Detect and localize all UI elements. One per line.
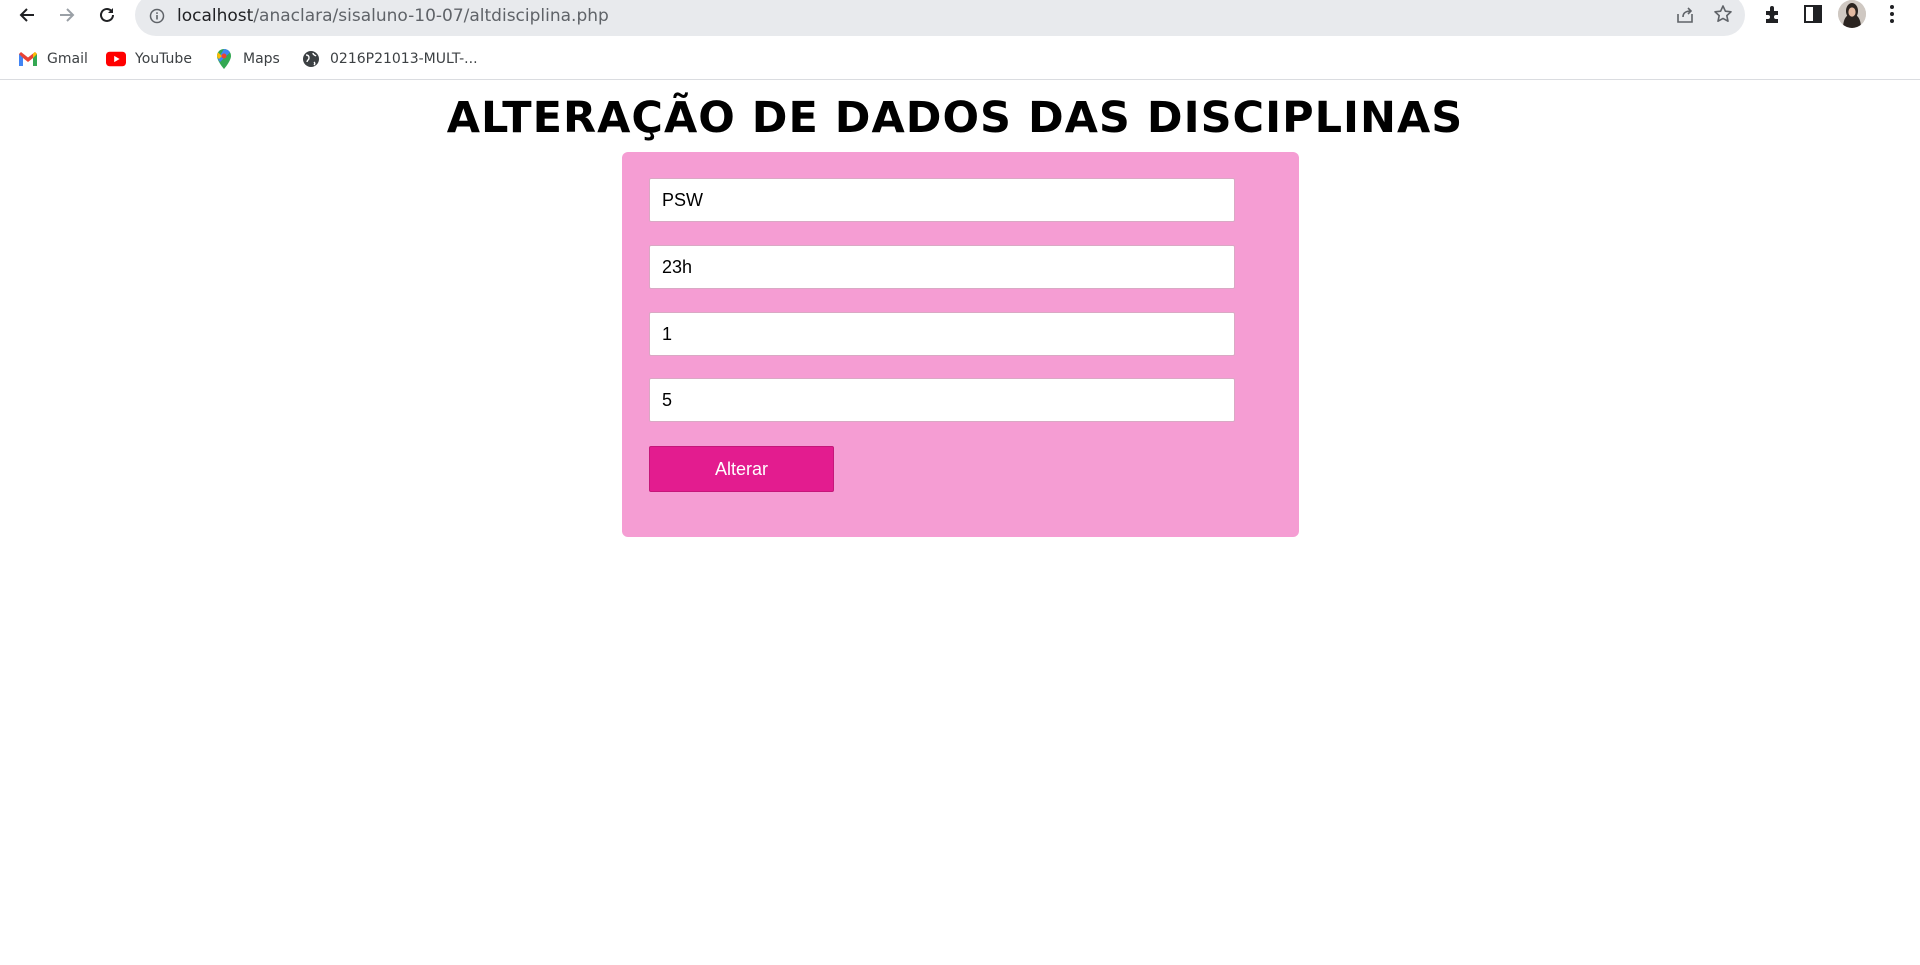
bookmark-label: Gmail [47, 51, 88, 67]
workload-field[interactable] [649, 245, 1235, 289]
forward-button[interactable] [54, 2, 80, 28]
back-arrow-icon [19, 8, 34, 22]
bookmark-gmail[interactable]: Gmail [18, 47, 88, 71]
back-button[interactable] [14, 2, 40, 28]
profile-photo-icon [1838, 0, 1866, 28]
forward-arrow-icon [60, 8, 75, 22]
address-bar[interactable]: localhost/anaclara/sisaluno-10-07/altdis… [135, 0, 1745, 36]
extensions-puzzle-icon[interactable] [1762, 3, 1784, 25]
discipline-field-3[interactable] [649, 312, 1235, 356]
browser-toolbar: localhost/anaclara/sisaluno-10-07/altdis… [0, 0, 1920, 36]
reload-icon [100, 7, 114, 22]
share-icon[interactable] [1675, 5, 1695, 25]
globe-icon [301, 49, 321, 69]
side-panel-icon[interactable] [1802, 3, 1824, 25]
url-path: /anaclara/sisaluno-10-07/altdisciplina.p… [253, 6, 609, 26]
bookmarks-bar: Gmail YouTube Maps 0216P21013-MULT-... [0, 40, 1920, 80]
profile-avatar[interactable] [1838, 0, 1866, 28]
discipline-edit-form: Alterar [622, 152, 1299, 537]
bookmark-label: Maps [243, 51, 280, 67]
youtube-icon [106, 49, 126, 69]
page-title: ALTERAÇÃO DE DADOS DAS DISCIPLINAS [446, 93, 1464, 143]
discipline-name-field[interactable] [649, 178, 1235, 222]
bookmark-star-icon[interactable] [1713, 4, 1733, 24]
bookmark-maps[interactable]: Maps [214, 47, 280, 71]
bookmark-label: 0216P21013-MULT-... [330, 51, 478, 67]
url-host: localhost [177, 6, 254, 26]
reload-button[interactable] [94, 2, 120, 28]
url-text[interactable]: localhost/anaclara/sisaluno-10-07/altdis… [177, 6, 609, 26]
site-info-icon[interactable] [149, 8, 165, 24]
discipline-field-4[interactable] [649, 378, 1235, 422]
submit-button[interactable]: Alterar [649, 446, 834, 492]
bookmark-youtube[interactable]: YouTube [106, 47, 192, 71]
bookmark-course[interactable]: 0216P21013-MULT-... [301, 47, 478, 71]
gmail-icon [18, 49, 38, 69]
maps-icon [214, 49, 234, 69]
kebab-menu-icon[interactable] [1884, 3, 1900, 25]
bookmark-label: YouTube [135, 51, 192, 67]
